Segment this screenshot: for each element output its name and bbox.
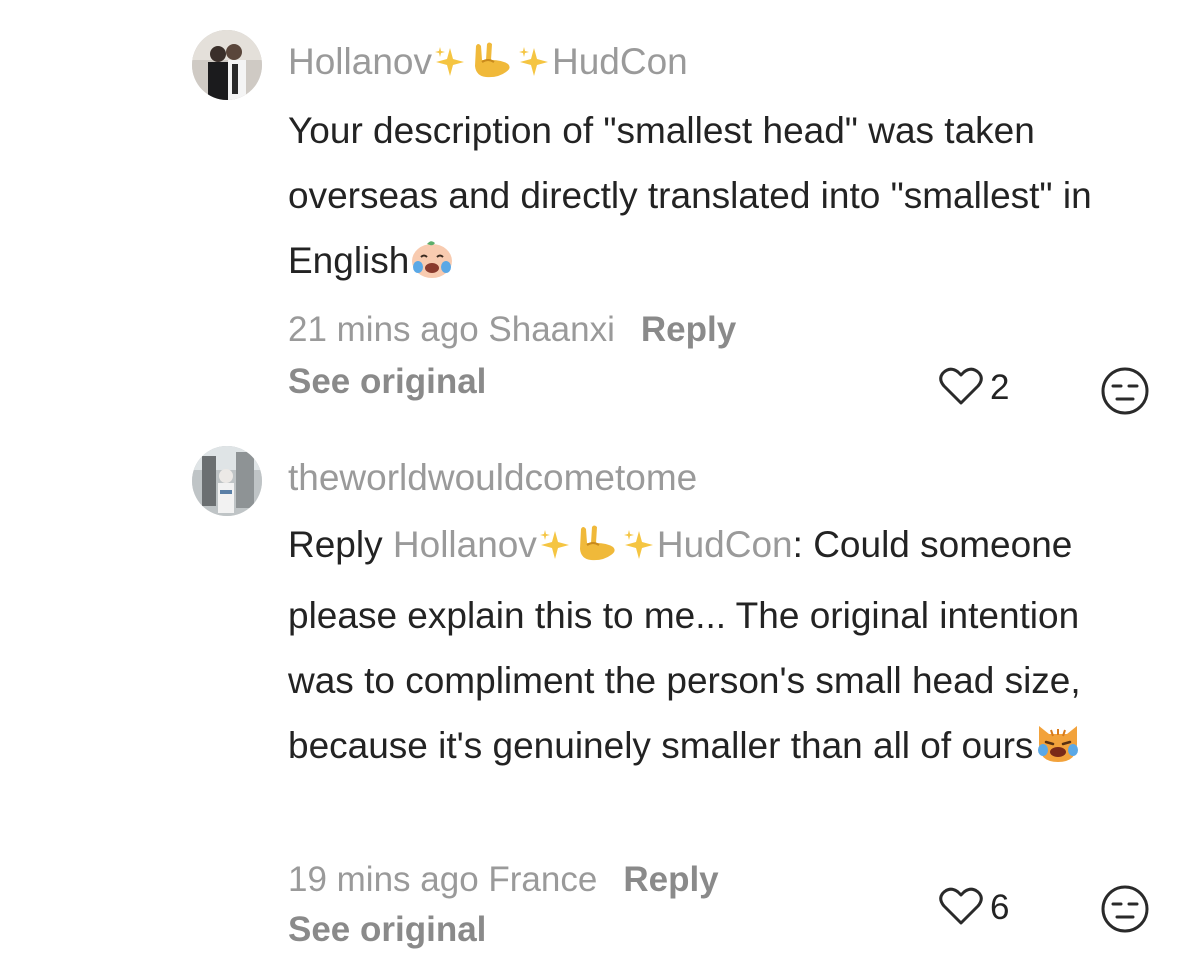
- reply-button[interactable]: Reply: [623, 860, 718, 899]
- reply-prefix: Reply: [288, 524, 383, 565]
- comment-username[interactable]: theworldwouldcometome: [288, 456, 697, 500]
- avatar[interactable]: [192, 446, 262, 516]
- reply-button[interactable]: Reply: [641, 310, 736, 349]
- crying-cat-face-icon: [1033, 719, 1083, 784]
- reply-target-suffix: HudCon: [656, 524, 793, 565]
- unamused-face-icon[interactable]: [1100, 366, 1150, 421]
- like-count: 2: [990, 368, 1010, 407]
- sparkles-icon: [537, 518, 573, 583]
- comment-time-location: 21 mins ago Shaanxi: [288, 310, 615, 349]
- sign-of-horns-icon: [573, 518, 621, 583]
- reply-target-prefix: Hollanov: [392, 524, 537, 565]
- reply-target-username[interactable]: Hollanov HudCon: [393, 524, 793, 565]
- comment-text: Your description of "smallest head" was …: [288, 98, 1148, 299]
- comment-time-location: 19 mins ago France: [288, 860, 598, 899]
- sparkles-icon: [621, 518, 657, 583]
- comment-meta: 19 mins ago France Reply: [288, 858, 719, 902]
- comment-meta: 21 mins ago Shaanxi Reply: [288, 308, 736, 352]
- comment-text: Reply Hollanov HudCon: Could someone plea…: [288, 512, 1148, 784]
- username-suffix: HudCon: [551, 41, 688, 82]
- like-count: 6: [990, 888, 1010, 927]
- avatar[interactable]: [192, 30, 262, 100]
- like-button[interactable]: 6: [938, 886, 1009, 930]
- sparkles-icon: [432, 44, 468, 90]
- see-original-button[interactable]: See original: [288, 908, 486, 952]
- sparkles-icon: [516, 44, 552, 90]
- username-prefix: Hollanov: [288, 41, 432, 82]
- see-original-button[interactable]: See original: [288, 360, 486, 404]
- crying-baby-face-icon: [409, 234, 455, 299]
- like-button[interactable]: 2: [938, 366, 1009, 410]
- heart-outline-icon: [938, 366, 984, 411]
- comment-username[interactable]: Hollanov HudCon: [288, 40, 688, 90]
- reply-colon: :: [792, 524, 803, 565]
- sign-of-horns-icon: [468, 40, 516, 90]
- unamused-face-icon[interactable]: [1100, 884, 1150, 939]
- heart-outline-icon: [938, 886, 984, 931]
